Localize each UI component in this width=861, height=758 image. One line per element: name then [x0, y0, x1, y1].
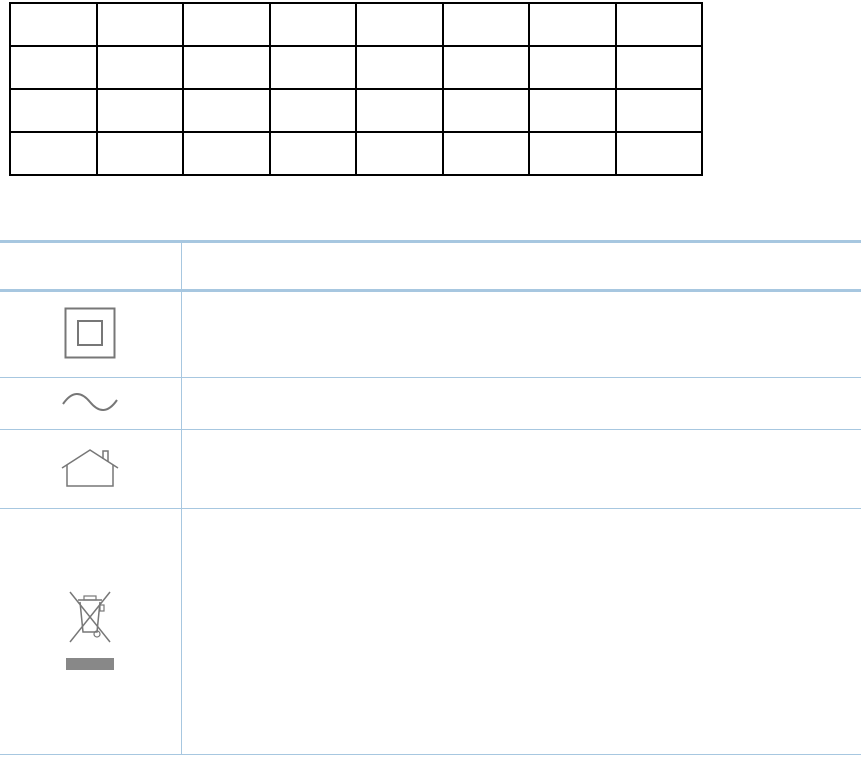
grid-cell: [355, 2, 444, 47]
grid-cell: [95, 2, 184, 47]
grid-cell: [95, 131, 184, 176]
alternating-current-icon: [62, 392, 119, 412]
grid-cell: [268, 2, 357, 47]
indoor-use-house-icon: [61, 448, 119, 488]
grid-cell: [355, 88, 444, 133]
table-row: [0, 429, 861, 509]
grid-cell: [182, 131, 271, 176]
grid-cell: [182, 45, 271, 90]
grid-cell: [355, 45, 444, 90]
grid-cell: [355, 131, 444, 176]
grid-row: [9, 131, 703, 176]
grid-cell: [614, 2, 703, 47]
empty-grid: [9, 2, 703, 176]
grid-cell: [182, 2, 271, 47]
grid-cell: [614, 45, 703, 90]
grid-cell: [441, 45, 530, 90]
grid-cell: [268, 131, 357, 176]
grid-row: [9, 2, 703, 47]
symbol-cell: [0, 377, 182, 430]
grid-cell: [9, 2, 98, 47]
grid-cell: [441, 88, 530, 133]
grid-cell: [268, 88, 357, 133]
grid-cell: [528, 88, 617, 133]
symbol-table-header: [0, 240, 861, 292]
table-row: [0, 508, 861, 755]
grid-cell: [95, 45, 184, 90]
symbol-table-container: [0, 240, 861, 755]
grid-cell: [614, 88, 703, 133]
grid-cell: [528, 2, 617, 47]
description-cell: [181, 377, 861, 430]
grid-row: [9, 45, 703, 90]
table-row: [0, 377, 861, 430]
table-row: [0, 290, 861, 378]
symbol-cell: [0, 429, 182, 509]
grid-cell: [182, 88, 271, 133]
grid-cell: [9, 131, 98, 176]
description-cell: [181, 290, 861, 378]
grid-cell: [528, 45, 617, 90]
symbol-cell: [0, 508, 182, 755]
grid-cell: [441, 131, 530, 176]
grid-cell: [528, 131, 617, 176]
grid-cell: [9, 88, 98, 133]
grid-cell: [95, 88, 184, 133]
grid-cell: [614, 131, 703, 176]
weee-crossed-bin-icon: [64, 588, 116, 672]
grid-cell: [441, 2, 530, 47]
description-cell: [181, 429, 861, 509]
grid-row: [9, 88, 703, 133]
symbol-cell: [0, 290, 182, 378]
double-insulation-icon: [64, 307, 116, 359]
description-cell: [181, 508, 861, 755]
header-symbol: [0, 240, 182, 292]
grid-cell: [9, 45, 98, 90]
symbol-table: [0, 240, 861, 755]
header-description: [181, 240, 861, 292]
grid-cell: [268, 45, 357, 90]
empty-grid-container: [9, 2, 703, 176]
